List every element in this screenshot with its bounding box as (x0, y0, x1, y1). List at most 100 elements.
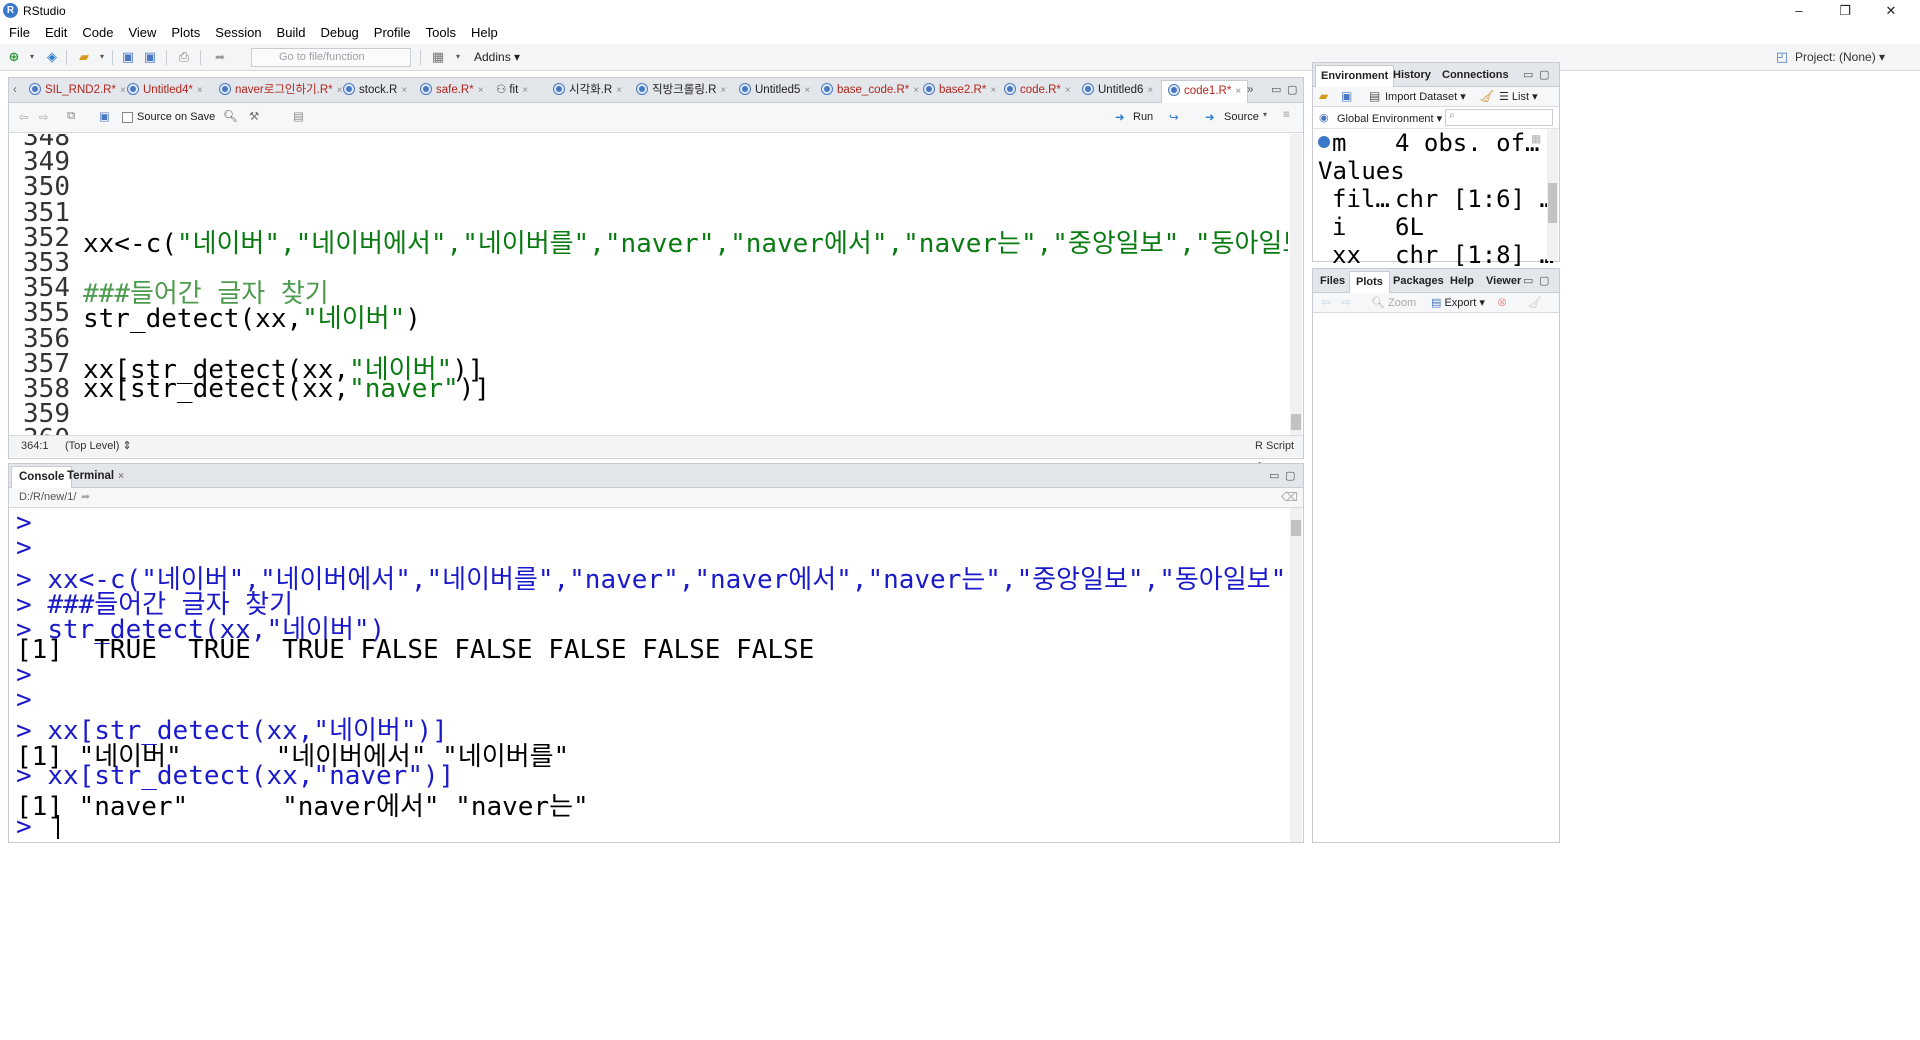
source-tab[interactable]: safe.R* × (420, 80, 484, 101)
tab-history[interactable]: History (1393, 65, 1431, 86)
menu-help[interactable]: Help (462, 22, 504, 44)
magic-wand-icon[interactable]: ⚒ (249, 109, 259, 123)
open-folder-icon[interactable]: ▰ (76, 49, 92, 65)
menu-plots[interactable]: Plots (162, 22, 206, 44)
close-tab-icon[interactable]: × (1065, 85, 1071, 96)
rerun-icon[interactable]: ↪ (1169, 110, 1179, 124)
close-tab-icon[interactable]: × (616, 85, 622, 96)
source-button[interactable]: Source (1224, 111, 1259, 123)
source-on-save-checkbox[interactable] (122, 112, 133, 123)
source-tab[interactable]: base2.R* × (923, 80, 996, 101)
tab-packages[interactable]: Packages (1393, 271, 1444, 292)
menu-edit[interactable]: Edit (36, 22, 73, 44)
save-icon[interactable]: ▣ (120, 49, 136, 65)
close-tab-icon[interactable]: × (478, 85, 484, 96)
menu-file[interactable]: File (0, 22, 36, 44)
source-tab[interactable]: 시각화.R × (553, 80, 622, 101)
grid-layout-icon[interactable]: ▦ (430, 49, 446, 65)
close-tab-icon[interactable]: × (720, 85, 726, 96)
source-tab[interactable]: base_code.R* × (821, 80, 919, 101)
close-tab-icon[interactable]: × (401, 85, 407, 96)
remove-plot-icon[interactable]: ⊗ (1497, 295, 1507, 309)
source-tab[interactable]: Untitled5 × (739, 80, 810, 101)
data-row[interactable]: m 4 obs. of… ▦ (1314, 129, 1546, 157)
menu-session[interactable]: Session (206, 22, 267, 44)
view-mode-selector[interactable]: ☰ List ▾ (1499, 90, 1538, 103)
addins-menu[interactable]: Addins ▾ (474, 50, 520, 64)
dropdown-icon[interactable]: ▾ (1263, 110, 1267, 119)
close-tab-icon[interactable]: × (197, 85, 203, 96)
console-output[interactable]: > > > xx<-c("네이버","네이버에서","네이버를","naver"… (10, 508, 1288, 841)
minimize-button[interactable]: ‒ (1776, 0, 1822, 22)
source-tab[interactable]: Untitled6 × (1082, 80, 1153, 101)
maximize-pane-icon[interactable]: ▢ (1539, 65, 1549, 86)
print-icon[interactable]: ⎙ (176, 49, 192, 65)
dropdown-icon[interactable]: ▾ (94, 49, 110, 65)
goto-file-input[interactable]: Go to file/function (251, 48, 411, 67)
maximize-pane-icon[interactable]: ▢ (1285, 466, 1295, 487)
environment-search-input[interactable]: ⌕ (1445, 109, 1553, 126)
environment-scrollbar[interactable] (1547, 129, 1558, 261)
dropdown-icon[interactable]: ▾ (24, 49, 40, 65)
save-file-icon[interactable]: ▣ (99, 109, 110, 123)
scope-selector[interactable]: (Top Level) ⇕ (65, 436, 132, 457)
code-line[interactable]: xx<-c("네이버","네이버에서","네이버를","naver","nave… (83, 223, 1288, 260)
import-dataset-button[interactable]: Import Dataset ▾ (1385, 90, 1466, 103)
close-tab-icon[interactable]: × (120, 85, 126, 96)
save-workspace-icon[interactable]: ▣ (1341, 89, 1352, 103)
maximize-pane-icon[interactable]: ▢ (1539, 271, 1549, 292)
minimize-pane-icon[interactable]: ▭ (1523, 65, 1533, 86)
menu-debug[interactable]: Debug (311, 22, 364, 44)
project-menu[interactable]: Project: (None) ▾ (1795, 50, 1885, 64)
menu-tools[interactable]: Tools (417, 22, 462, 44)
value-row[interactable]: i 6L (1314, 213, 1546, 241)
zoom-button[interactable]: 🔍︎ Zoom (1371, 296, 1416, 309)
tab-connections[interactable]: Connections (1442, 65, 1509, 86)
tab-environment[interactable]: Environment (1315, 65, 1395, 88)
value-row[interactable]: fil… chr [1:6] … (1314, 185, 1554, 213)
source-tab[interactable]: code.R* × (1004, 80, 1071, 101)
tab-plots[interactable]: Plots (1349, 271, 1390, 294)
menu-build[interactable]: Build (268, 22, 312, 44)
close-tab-icon[interactable]: × (804, 85, 810, 96)
close-tab-icon[interactable]: × (1235, 86, 1241, 97)
close-tab-icon[interactable]: × (913, 85, 919, 96)
code-line[interactable]: xx[str_detect(xx,"naver")] (83, 374, 490, 404)
menu-profile[interactable]: Profile (365, 22, 417, 44)
more-tabs-icon[interactable]: » (1247, 80, 1253, 101)
clear-console-icon[interactable]: ⌫ (1281, 490, 1298, 504)
broom-icon[interactable]: 🧹︎ (1527, 295, 1542, 309)
next-plot-icon[interactable]: ⇨ (1341, 295, 1351, 309)
tab-terminal[interactable]: Terminal × (67, 466, 124, 487)
back-arrow-icon[interactable]: ⇦ (19, 110, 29, 124)
goto-directory-icon[interactable]: ➦ (81, 490, 90, 503)
tab-scroll-left-icon[interactable]: ‹ (13, 80, 17, 101)
tab-viewer[interactable]: Viewer (1486, 271, 1521, 292)
compile-report-icon[interactable]: ▤ (293, 109, 304, 123)
tab-files[interactable]: Files (1320, 271, 1345, 292)
value-row[interactable]: xx chr [1:8] … (1314, 241, 1554, 269)
console-scrollbar[interactable] (1290, 508, 1302, 842)
minimize-pane-icon[interactable]: ▭ (1523, 271, 1533, 292)
outline-icon[interactable]: ≡ (1283, 109, 1290, 121)
scroll-thumb[interactable] (1291, 520, 1301, 536)
scroll-thumb[interactable] (1291, 414, 1301, 430)
source-tab[interactable]: naver로그인하기.R* × (219, 80, 343, 101)
minimize-pane-icon[interactable]: ▭ (1269, 466, 1279, 487)
dropdown-icon[interactable]: ▾ (450, 49, 466, 65)
close-button[interactable]: ✕ (1868, 0, 1914, 22)
code-editor[interactable]: 348 349 350 351 352 xx<-c("네이버","네이버에서","네이버를… (10, 134, 1288, 435)
new-file-icon[interactable]: ⊕ (6, 49, 22, 65)
close-tab-icon[interactable]: × (118, 471, 124, 482)
close-tab-icon[interactable]: × (337, 85, 343, 96)
tab-console[interactable]: Console (11, 466, 73, 489)
forward-arrow-icon[interactable]: ⇨ (39, 110, 49, 124)
previous-plot-icon[interactable]: ⇦ (1321, 295, 1331, 309)
source-tab[interactable]: 직방크롤링.R × (636, 80, 726, 101)
minimize-pane-icon[interactable]: ▭ (1271, 80, 1281, 101)
source-tab-active[interactable]: code1.R* × (1161, 80, 1249, 103)
source-tab[interactable]: ⚇ fit × (496, 80, 528, 101)
maximize-pane-icon[interactable]: ▢ (1287, 80, 1297, 101)
close-tab-icon[interactable]: × (990, 85, 996, 96)
show-in-window-icon[interactable]: ⧉ (67, 110, 75, 123)
